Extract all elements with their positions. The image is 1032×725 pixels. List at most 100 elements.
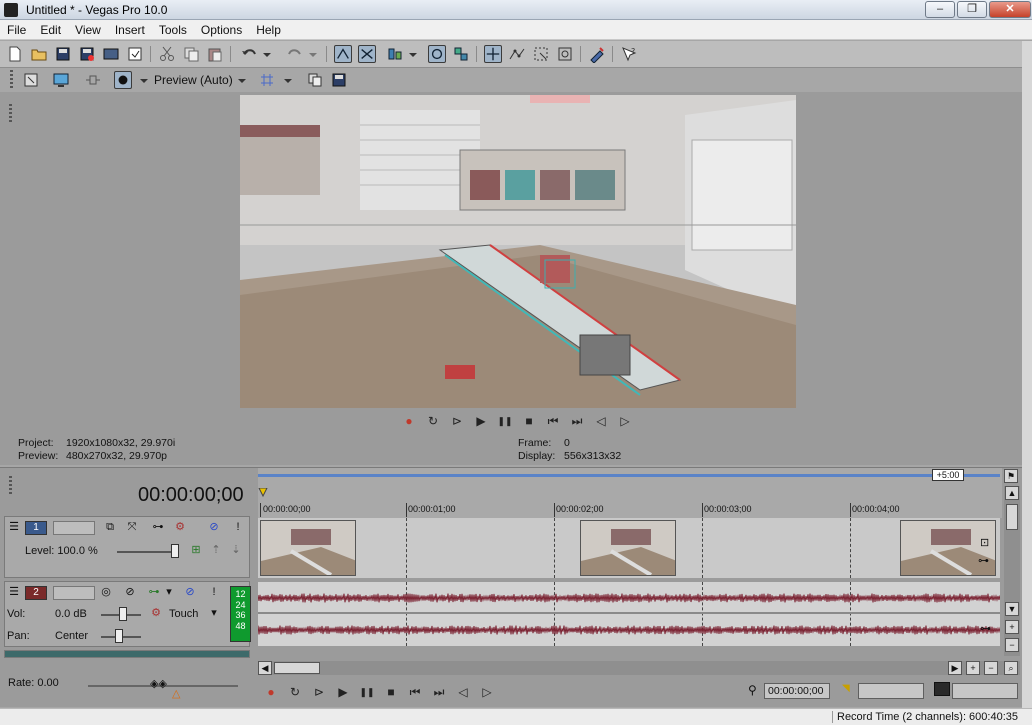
play-from-start-button[interactable]: ⊳ xyxy=(448,412,466,430)
marker-flag-icon[interactable]: ⚑ xyxy=(1004,469,1018,483)
volume-slider-knob[interactable] xyxy=(119,607,127,621)
play-from-start-button[interactable]: ⊳ xyxy=(310,683,328,701)
stop-button[interactable]: ■ xyxy=(382,683,400,701)
compositing-child-icon[interactable]: ⇣ xyxy=(229,543,243,557)
preview-properties-icon[interactable] xyxy=(22,71,40,89)
solo-icon[interactable]: ! xyxy=(231,520,245,534)
split-screen-dropdown-icon[interactable] xyxy=(138,71,150,89)
track-expand-icon[interactable]: ☰ xyxy=(7,520,21,534)
playhead-flag-icon[interactable] xyxy=(258,488,268,498)
ripple-edit-icon[interactable] xyxy=(386,45,404,63)
menu-insert[interactable]: Insert xyxy=(108,20,152,40)
close-button[interactable]: ✕ xyxy=(989,1,1031,18)
open-icon[interactable] xyxy=(30,45,48,63)
save-icon[interactable] xyxy=(54,45,72,63)
overlays-grid-icon[interactable] xyxy=(258,71,276,89)
copy-icon[interactable] xyxy=(182,45,200,63)
make-compositing-parent-icon[interactable]: ⇡ xyxy=(209,543,223,557)
scroll-left-icon[interactable]: ◀ xyxy=(258,661,272,675)
automation-mode-dropdown[interactable]: Touch xyxy=(169,608,198,620)
pan-crop-icon[interactable]: ⊡ xyxy=(980,536,989,549)
zoom-out-horizontal-icon[interactable]: − xyxy=(984,661,998,675)
envelope-edit-tool-icon[interactable] xyxy=(508,45,526,63)
whats-this-help-icon[interactable]: ? xyxy=(620,45,638,63)
invert-phase-icon[interactable]: ⊘ xyxy=(123,585,137,599)
ripple-dropdown-icon[interactable] xyxy=(408,45,418,63)
menu-options[interactable]: Options xyxy=(194,20,249,40)
video-track-header[interactable]: ☰ 1 ⧉ ⤧ ⊶ ⚙ ⊘ ! Level: 100.0 % ⊞ ⇡ ⇣ xyxy=(4,516,250,578)
marker-plus-5[interactable]: +5:00 xyxy=(932,469,964,481)
selection-length-field[interactable] xyxy=(952,683,1018,699)
track-fx-icon[interactable]: ⊶ xyxy=(151,520,165,534)
next-frame-button[interactable]: ▷ xyxy=(616,412,634,430)
vertical-scrollbar[interactable]: ▲ ▼ + − xyxy=(1004,486,1020,656)
record-button[interactable]: ● xyxy=(262,683,280,701)
external-monitor-icon[interactable] xyxy=(52,71,70,89)
time-ruler[interactable]: +5:00 00:00:00;00 00:00:01;00 00:00:02;0… xyxy=(258,468,1002,518)
zoom-tool-icon[interactable]: ⌕ xyxy=(1004,661,1018,675)
audio-track-lane[interactable]: ⊶ xyxy=(258,582,1000,646)
make-compositing-child-icon[interactable]: ⊞ xyxy=(189,543,203,557)
media-fx-icon[interactable] xyxy=(588,45,606,63)
cut-icon[interactable] xyxy=(158,45,176,63)
track-number[interactable]: 2 xyxy=(25,586,47,600)
automation-mode-chevron-icon[interactable]: ▾ xyxy=(209,606,219,620)
app-icon[interactable] xyxy=(4,3,18,17)
level-slider[interactable] xyxy=(117,551,179,553)
mute-icon[interactable]: ⊘ xyxy=(183,585,197,599)
next-track-header[interactable] xyxy=(4,650,250,658)
copy-snapshot-icon[interactable] xyxy=(306,71,324,89)
dock-grip[interactable] xyxy=(10,70,13,90)
automation-settings-icon[interactable]: ⚙ xyxy=(173,520,187,534)
undo-dropdown-icon[interactable] xyxy=(262,45,272,63)
zoom-out-vertical-icon[interactable]: − xyxy=(1005,638,1019,652)
level-slider-knob[interactable] xyxy=(171,544,179,558)
audio-track-header[interactable]: ☰ 2 ◎ ⊘ ⊶ ▾ ⊘ ! Vol: 0.0 dB ⚙ Touch ▾ Pa… xyxy=(4,581,251,647)
track-fx-icon[interactable]: ⊶ xyxy=(147,585,161,599)
track-name-field[interactable] xyxy=(53,586,95,600)
lock-envelopes-icon[interactable] xyxy=(428,45,446,63)
previous-frame-button[interactable]: ◁ xyxy=(454,683,472,701)
composite-mode-icon[interactable]: ⧉ xyxy=(103,520,117,534)
scroll-right-icon[interactable]: ▶ xyxy=(948,661,962,675)
loop-playback-button[interactable]: ↻ xyxy=(286,683,304,701)
loop-playback-button[interactable]: ↻ xyxy=(424,412,442,430)
redo-dropdown-icon[interactable] xyxy=(308,45,318,63)
enable-snapping-icon[interactable] xyxy=(334,45,352,63)
track-fx-dropdown-icon[interactable]: ▾ xyxy=(165,585,173,599)
menu-help[interactable]: Help xyxy=(249,20,288,40)
previous-frame-button[interactable]: ◁ xyxy=(592,412,610,430)
arm-for-record-icon[interactable]: ◎ xyxy=(99,585,113,599)
go-to-start-button[interactable]: ⏮ xyxy=(406,683,424,701)
zoom-edit-tool-icon[interactable] xyxy=(556,45,574,63)
video-thumbnail[interactable] xyxy=(260,520,356,576)
redo-icon[interactable] xyxy=(286,45,304,63)
menu-edit[interactable]: Edit xyxy=(33,20,68,40)
mute-icon[interactable]: ⊘ xyxy=(207,520,221,534)
pause-button[interactable]: ❚❚ xyxy=(496,412,514,430)
paste-icon[interactable] xyxy=(206,45,224,63)
properties-icon[interactable] xyxy=(126,45,144,63)
event-fx-icon[interactable]: ⊶ xyxy=(980,622,991,635)
horizontal-scroll-thumb[interactable] xyxy=(274,662,320,674)
horizontal-scrollbar[interactable]: ◀ ▶ + − ⌕ xyxy=(258,661,1020,675)
stop-button[interactable]: ■ xyxy=(520,412,538,430)
preview-quality-dropdown[interactable]: Preview (Auto) xyxy=(154,73,233,87)
selection-edit-tool-icon[interactable] xyxy=(532,45,550,63)
overlays-dropdown-icon[interactable] xyxy=(282,71,294,89)
menu-tools[interactable]: Tools xyxy=(152,20,194,40)
track-name-field[interactable] xyxy=(53,521,95,535)
cursor-time-field[interactable]: 00:00:00;00 xyxy=(764,683,830,699)
play-button[interactable]: ▶ xyxy=(472,412,490,430)
timeline-grip[interactable] xyxy=(9,476,12,496)
save-snapshot-icon[interactable] xyxy=(330,71,348,89)
video-thumbnail[interactable] xyxy=(580,520,676,576)
normal-edit-tool-icon[interactable] xyxy=(484,45,502,63)
selection-start-field[interactable] xyxy=(858,683,924,699)
record-button[interactable]: ● xyxy=(400,412,418,430)
track-number[interactable]: 1 xyxy=(25,521,47,535)
track-expand-icon[interactable]: ☰ xyxy=(7,585,21,599)
save-as-icon[interactable] xyxy=(78,45,96,63)
next-frame-button[interactable]: ▷ xyxy=(478,683,496,701)
rate-reset-icon[interactable]: △ xyxy=(172,687,180,700)
